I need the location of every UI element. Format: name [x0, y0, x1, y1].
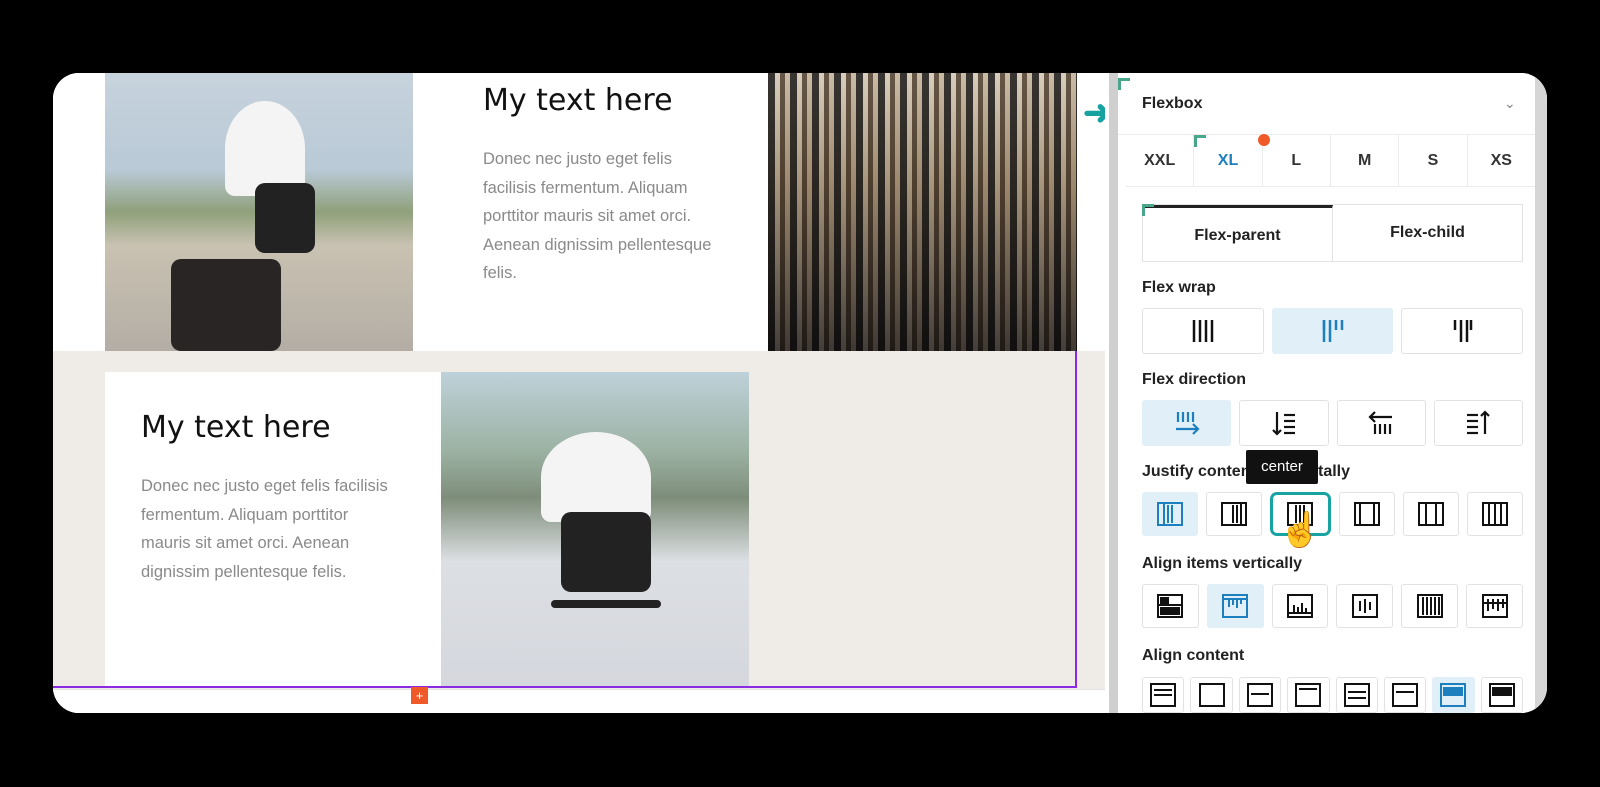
- direction-column-button[interactable]: [1239, 400, 1329, 446]
- align-content-option-4[interactable]: [1287, 677, 1330, 713]
- flexbox-panel: Flexbox ⌄ XXL XL L M S XS Flex-parent Fl…: [1118, 73, 1547, 713]
- add-section-button[interactable]: +: [411, 687, 428, 704]
- align-content-icon: [1440, 683, 1467, 707]
- arrow-right-icon: [1175, 412, 1200, 435]
- justify-space-between-icon: [1353, 502, 1380, 526]
- align-baseline-icon: [1416, 594, 1443, 618]
- app-window: My text here Donec nec justo eget felis …: [53, 73, 1547, 713]
- align-content-option-2[interactable]: [1190, 677, 1233, 713]
- justify-space-evenly-button[interactable]: [1466, 492, 1524, 536]
- nowrap-button[interactable]: [1142, 308, 1264, 354]
- align-baseline-button[interactable]: [1401, 584, 1459, 628]
- justify-space-between-button[interactable]: [1338, 492, 1395, 536]
- flex-direction-options: [1142, 400, 1523, 446]
- skater-figure: [225, 101, 305, 196]
- align-fill-icon: [1481, 594, 1508, 618]
- justify-end-button[interactable]: [1206, 492, 1263, 536]
- align-content-icon: [1150, 683, 1177, 707]
- align-content-icon: [1343, 683, 1370, 707]
- card-title[interactable]: My text here: [483, 83, 673, 118]
- breakpoint-xs[interactable]: XS: [1468, 135, 1535, 186]
- justify-space-evenly-icon: [1481, 502, 1508, 526]
- arrow-down-icon: [1272, 412, 1295, 436]
- justify-start-button[interactable]: [1142, 492, 1199, 536]
- align-start-icon: [1222, 594, 1249, 618]
- justify-content-options: [1142, 492, 1524, 536]
- skater-legs: [255, 183, 315, 253]
- align-content-option-6[interactable]: [1383, 677, 1427, 713]
- flex-tabs: Flex-parent Flex-child: [1142, 204, 1523, 262]
- align-items-options: [1142, 584, 1523, 628]
- tab-flex-parent[interactable]: Flex-parent: [1143, 205, 1333, 261]
- pointer-hand-icon: ☝: [1279, 511, 1322, 549]
- align-content-label: Align content: [1142, 647, 1245, 664]
- chevron-down-icon[interactable]: ⌄: [1504, 95, 1516, 112]
- breakpoint-selector: XXL XL L M S XS: [1126, 135, 1535, 187]
- align-content-icon: [1198, 683, 1225, 707]
- nowrap-icon: [1192, 320, 1214, 342]
- justify-start-icon: [1157, 502, 1184, 526]
- flex-direction-label: Flex direction: [1142, 371, 1247, 388]
- text-card-1[interactable]: My text here Donec nec justo eget felis …: [445, 73, 768, 351]
- align-start-button[interactable]: [1206, 584, 1264, 628]
- canvas-bottom-strip: [53, 689, 1105, 713]
- align-stretch-icon: [1157, 594, 1184, 618]
- align-content-option-5[interactable]: [1335, 677, 1378, 713]
- align-content-options: [1142, 677, 1523, 713]
- align-content-icon: [1392, 683, 1419, 707]
- panel-title: Flexbox: [1142, 95, 1203, 112]
- align-end-button[interactable]: [1271, 584, 1329, 628]
- flex-wrap-options: [1142, 308, 1524, 354]
- corner-marker: [1142, 204, 1154, 216]
- tab-flex-child[interactable]: Flex-child: [1333, 205, 1522, 261]
- direction-row-button[interactable]: [1142, 400, 1232, 446]
- direction-row-reverse-button[interactable]: [1336, 400, 1426, 446]
- justify-space-around-icon: [1417, 502, 1444, 526]
- align-center-icon: [1351, 594, 1378, 618]
- align-items-label: Align items vertically: [1142, 555, 1303, 572]
- align-center-button[interactable]: [1336, 584, 1394, 628]
- skateboarder-photo-1[interactable]: [105, 73, 413, 351]
- align-content-option-1[interactable]: [1142, 677, 1185, 713]
- wrap-button[interactable]: [1271, 308, 1394, 354]
- wrap-icon: [1322, 320, 1343, 342]
- arrow-up-icon: [1467, 410, 1491, 435]
- align-fill-button[interactable]: [1466, 584, 1523, 628]
- breakpoint-m[interactable]: M: [1331, 135, 1400, 186]
- breakpoint-l[interactable]: L: [1263, 135, 1331, 186]
- breakpoint-xxl[interactable]: XXL: [1126, 135, 1195, 186]
- barrel: [171, 259, 281, 351]
- wrap-reverse-icon: [1453, 320, 1473, 342]
- align-end-icon: [1287, 594, 1314, 618]
- selected-row-outline: [53, 351, 1077, 688]
- tooltip: center: [1246, 450, 1318, 484]
- arrow-right-icon[interactable]: ➜: [1083, 96, 1105, 130]
- crowd-photo[interactable]: [768, 73, 1077, 351]
- panel-header[interactable]: Flexbox ⌄: [1118, 73, 1535, 135]
- direction-column-reverse-button[interactable]: [1433, 400, 1523, 446]
- align-content-icon: [1246, 683, 1273, 707]
- align-stretch-button[interactable]: [1142, 584, 1199, 628]
- arrow-left-icon: [1368, 411, 1393, 434]
- card-body-text[interactable]: Donec nec justo eget felis facilisis fer…: [483, 145, 723, 288]
- resize-handle[interactable]: [1109, 73, 1118, 713]
- wrap-reverse-button[interactable]: [1401, 308, 1524, 354]
- align-content-icon: [1295, 683, 1322, 707]
- align-content-option-3[interactable]: [1238, 677, 1282, 713]
- align-content-option-8[interactable]: [1480, 677, 1523, 713]
- align-content-icon: [1488, 683, 1515, 707]
- page-canvas: My text here Donec nec justo eget felis …: [53, 73, 1105, 713]
- justify-space-around-button[interactable]: [1402, 492, 1459, 536]
- modified-indicator-dot: [1258, 134, 1270, 146]
- corner-marker: [1194, 135, 1206, 147]
- breakpoint-s[interactable]: S: [1399, 135, 1468, 186]
- justify-end-icon: [1221, 502, 1248, 526]
- panel-scrollbar[interactable]: [1535, 73, 1547, 713]
- align-content-option-7[interactable]: [1432, 677, 1475, 713]
- flex-wrap-label: Flex wrap: [1142, 279, 1216, 296]
